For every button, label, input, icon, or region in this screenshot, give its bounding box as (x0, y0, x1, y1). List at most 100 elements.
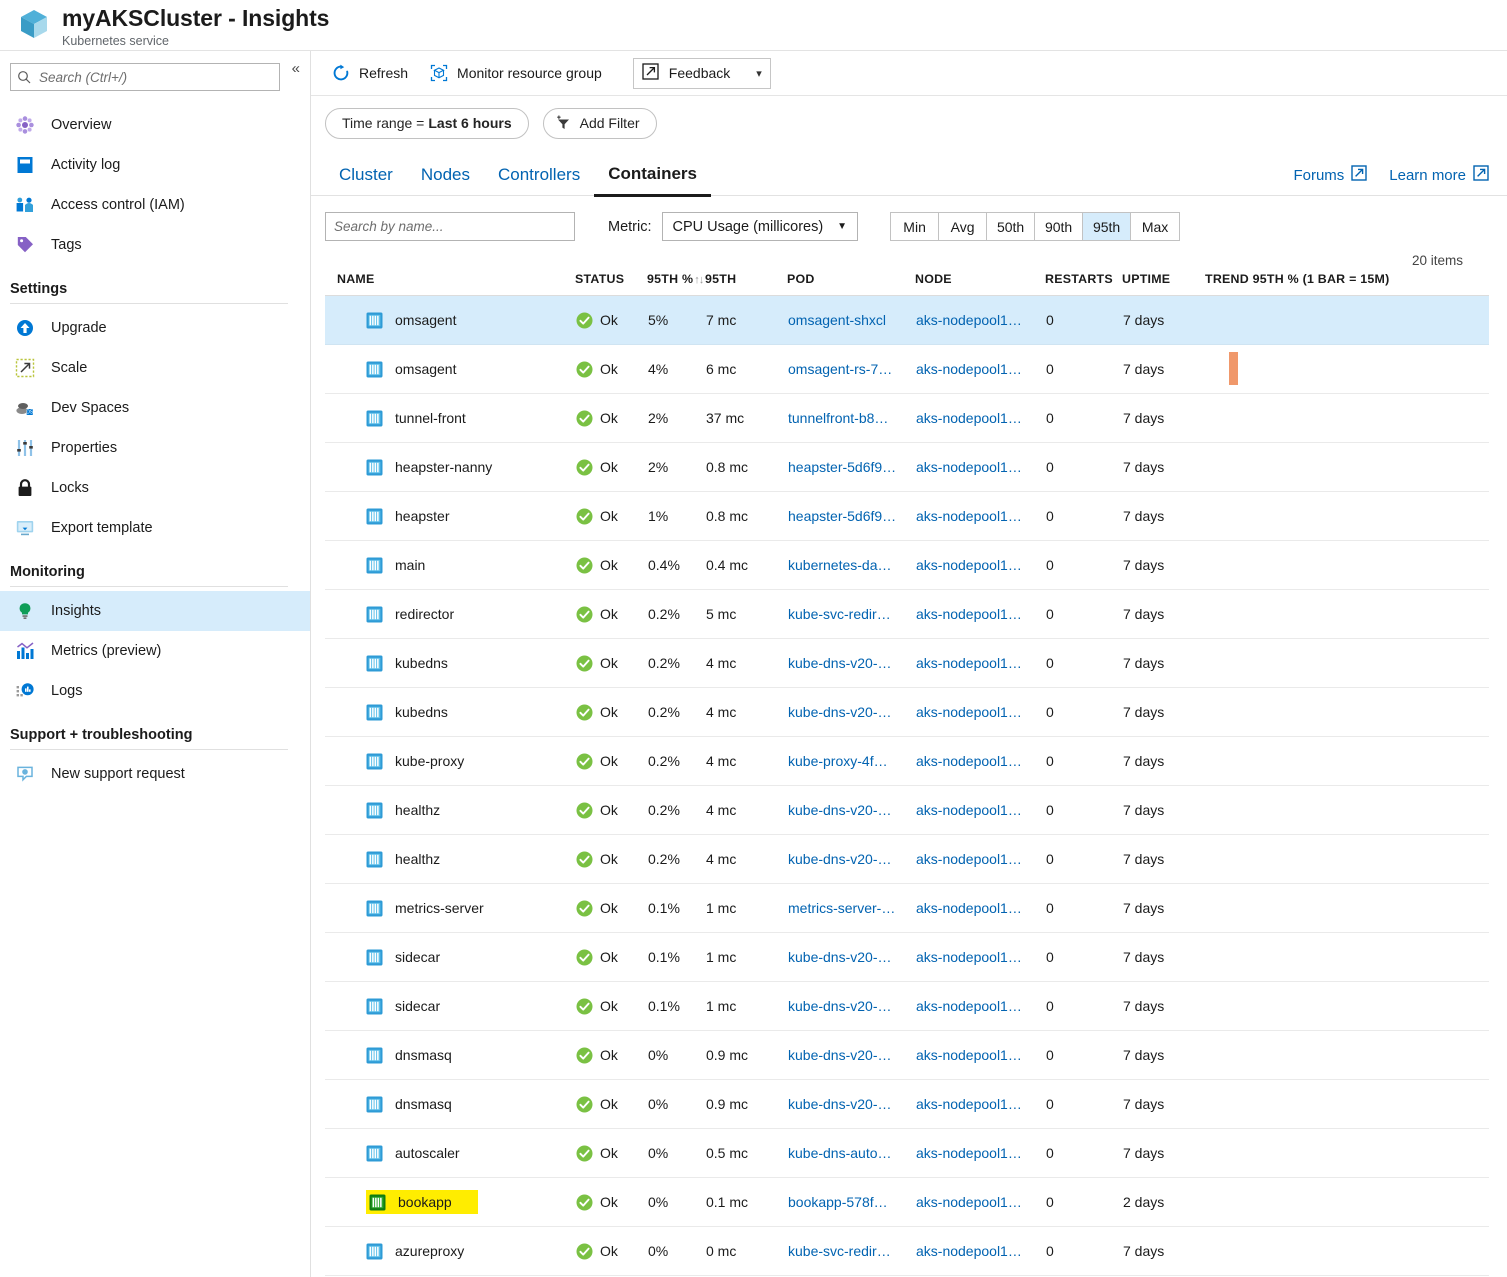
table-row[interactable]: metrics-server Ok 0.1% 1 mc metrics-server-…… (325, 883, 1489, 933)
cell-pod[interactable]: kube-dns-v20-… (787, 932, 915, 982)
cell-pod[interactable]: kube-dns-v20-… (787, 981, 915, 1031)
cell-pod[interactable]: omsagent-rs-7… (787, 344, 915, 394)
cell-node-value[interactable]: aks-nodepool1… (916, 1194, 1022, 1210)
time-range-filter[interactable]: Time range = Last 6 hours (325, 107, 529, 139)
table-row[interactable]: heapster Ok 1% 0.8 mc heapster-5d6f9… aks-nod… (325, 491, 1489, 541)
cell-node-value[interactable]: aks-nodepool1… (916, 606, 1022, 622)
cell-pod-value[interactable]: kube-svc-redir… (788, 1243, 891, 1259)
refresh-button[interactable]: Refresh (325, 57, 419, 89)
cell-pod[interactable]: kube-dns-v20-… (787, 687, 915, 737)
cell-pod-value[interactable]: tunnelfront-b8… (788, 410, 888, 426)
column-header-pod[interactable]: POD (787, 268, 915, 296)
percentile-95th[interactable]: 95th (1083, 213, 1132, 240)
percentile-min[interactable]: Min (891, 213, 940, 240)
sidebar-item-export-template[interactable]: Export template (0, 508, 310, 548)
cell-node-value[interactable]: aks-nodepool1… (916, 753, 1022, 769)
cell-node[interactable]: aks-nodepool1… (915, 344, 1045, 394)
sidebar-item-access-control-iam[interactable]: Access control (IAM) (0, 185, 310, 225)
percentile-avg[interactable]: Avg (939, 213, 988, 240)
cell-pod[interactable]: kube-dns-v20-… (787, 1030, 915, 1080)
cell-pod[interactable]: metrics-server-… (787, 883, 915, 933)
cell-node-value[interactable]: aks-nodepool1… (916, 312, 1022, 328)
cell-node-value[interactable]: aks-nodepool1… (916, 998, 1022, 1014)
percentile-50th[interactable]: 50th (987, 213, 1036, 240)
feedback-button[interactable]: Feedback ▾ (632, 57, 771, 89)
forums-link[interactable]: Forums (1293, 165, 1367, 185)
cell-pod[interactable]: tunnelfront-b8… (787, 393, 915, 443)
percentile-max[interactable]: Max (1131, 213, 1180, 240)
cell-pod-value[interactable]: kube-dns-auto… (788, 1145, 892, 1161)
table-row[interactable]: omsagent Ok 5% 7 mc omsagent-shxcl aks-nodepo… (325, 295, 1489, 345)
cell-pod-value[interactable]: heapster-5d6f9… (788, 508, 896, 524)
cell-node-value[interactable]: aks-nodepool1… (916, 1145, 1022, 1161)
sidebar-item-metrics-preview[interactable]: Metrics (preview) (0, 631, 310, 671)
cell-pod[interactable]: heapster-5d6f9… (787, 442, 915, 492)
sidebar-item-logs[interactable]: Logs (0, 671, 310, 711)
cell-pod[interactable]: kube-dns-auto… (787, 1128, 915, 1178)
add-filter-button[interactable]: Add Filter (542, 107, 657, 139)
cell-pod-value[interactable]: kube-dns-v20-… (788, 1047, 892, 1063)
cell-pod[interactable]: omsagent-shxcl (787, 295, 915, 345)
cell-node[interactable]: aks-nodepool1… (915, 785, 1045, 835)
cell-node-value[interactable]: aks-nodepool1… (916, 851, 1022, 867)
cell-node[interactable]: aks-nodepool1… (915, 1128, 1045, 1178)
column-header-status[interactable]: STATUS (575, 268, 647, 296)
cell-pod-value[interactable]: kube-dns-v20-… (788, 704, 892, 720)
percentile-selector[interactable]: Min Avg 50th 90th 95th Max (890, 212, 1181, 241)
cell-node[interactable]: aks-nodepool1… (915, 883, 1045, 933)
table-row[interactable]: dnsmasq Ok 0% 0.9 mc kube-dns-v20-… aks-nodep… (325, 1030, 1489, 1080)
cell-pod-value[interactable]: kubernetes-da… (788, 557, 892, 573)
sidebar-item-locks[interactable]: Locks (0, 468, 310, 508)
sidebar-item-tags[interactable]: Tags (0, 225, 310, 265)
table-row[interactable]: healthz Ok 0.2% 4 mc kube-dns-v20-… aks-nodep… (325, 834, 1489, 884)
cell-pod-value[interactable]: kube-dns-v20-… (788, 1096, 892, 1112)
search-input[interactable] (37, 68, 273, 86)
table-row[interactable]: main Ok 0.4% 0.4 mc kubernetes-da… aks-nodepo… (325, 540, 1489, 590)
cell-node-value[interactable]: aks-nodepool1… (916, 508, 1022, 524)
cell-pod[interactable]: kube-dns-v20-… (787, 638, 915, 688)
metric-dropdown[interactable]: CPU Usage (millicores) ▼ (661, 212, 859, 241)
cell-pod-value[interactable]: omsagent-shxcl (788, 312, 886, 328)
cell-node-value[interactable]: aks-nodepool1… (916, 802, 1022, 818)
cell-pod-value[interactable]: omsagent-rs-7… (788, 361, 892, 377)
cell-pod[interactable]: heapster-5d6f9… (787, 491, 915, 541)
cell-node[interactable]: aks-nodepool1… (915, 1226, 1045, 1276)
sidebar-item-upgrade[interactable]: Upgrade (0, 308, 310, 348)
percentile-90th[interactable]: 90th (1035, 213, 1084, 240)
column-header-node[interactable]: NODE (915, 268, 1045, 296)
cell-pod-value[interactable]: bookapp-578f… (788, 1194, 888, 1210)
tab-controllers[interactable]: Controllers (484, 165, 594, 195)
table-row[interactable]: omsagent Ok 4% 6 mc omsagent-rs-7… aks-nodepo… (325, 344, 1489, 394)
column-header-uptime[interactable]: UPTIME (1122, 268, 1205, 296)
table-row[interactable]: tunnel-front Ok 2% 37 mc tunnelfront-b8… aks-… (325, 393, 1489, 443)
cell-pod[interactable]: kube-svc-redir… (787, 1226, 915, 1276)
column-header-95th-pct[interactable]: 95TH %↑↓ (647, 268, 705, 296)
cell-node[interactable]: aks-nodepool1… (915, 834, 1045, 884)
cell-node-value[interactable]: aks-nodepool1… (916, 1243, 1022, 1259)
cell-pod[interactable]: kube-dns-v20-… (787, 834, 915, 884)
cell-node-value[interactable]: aks-nodepool1… (916, 900, 1022, 916)
sidebar-item-scale[interactable]: Scale (0, 348, 310, 388)
cell-node[interactable]: aks-nodepool1… (915, 1177, 1045, 1227)
tab-nodes[interactable]: Nodes (407, 165, 484, 195)
cell-pod-value[interactable]: kube-svc-redir… (788, 606, 891, 622)
cell-pod-value[interactable]: kube-dns-v20-… (788, 655, 892, 671)
cell-node[interactable]: aks-nodepool1… (915, 393, 1045, 443)
cell-node[interactable]: aks-nodepool1… (915, 687, 1045, 737)
table-row[interactable]: autoscaler Ok 0% 0.5 mc kube-dns-auto… aks-no… (325, 1128, 1489, 1178)
sidebar-item-properties[interactable]: Properties (0, 428, 310, 468)
search-by-name-input[interactable] (325, 212, 575, 241)
tab-containers[interactable]: Containers (594, 164, 711, 197)
cell-node[interactable]: aks-nodepool1… (915, 442, 1045, 492)
sidebar-item-dev-spaces[interactable]: DS Dev Spaces (0, 388, 310, 428)
cell-node[interactable]: aks-nodepool1… (915, 981, 1045, 1031)
cell-pod-value[interactable]: heapster-5d6f9… (788, 459, 896, 475)
learn-more-link[interactable]: Learn more (1389, 165, 1489, 185)
cell-pod[interactable]: bookapp-578f… (787, 1177, 915, 1227)
table-row[interactable]: heapster-nanny Ok 2% 0.8 mc heapster-5d6f9… a… (325, 442, 1489, 492)
sidebar-search-box[interactable] (10, 63, 280, 91)
cell-pod-value[interactable]: kube-proxy-4f… (788, 753, 888, 769)
cell-node-value[interactable]: aks-nodepool1… (916, 361, 1022, 377)
cell-pod[interactable]: kube-dns-v20-… (787, 785, 915, 835)
column-header-95th[interactable]: 95TH (705, 268, 787, 296)
